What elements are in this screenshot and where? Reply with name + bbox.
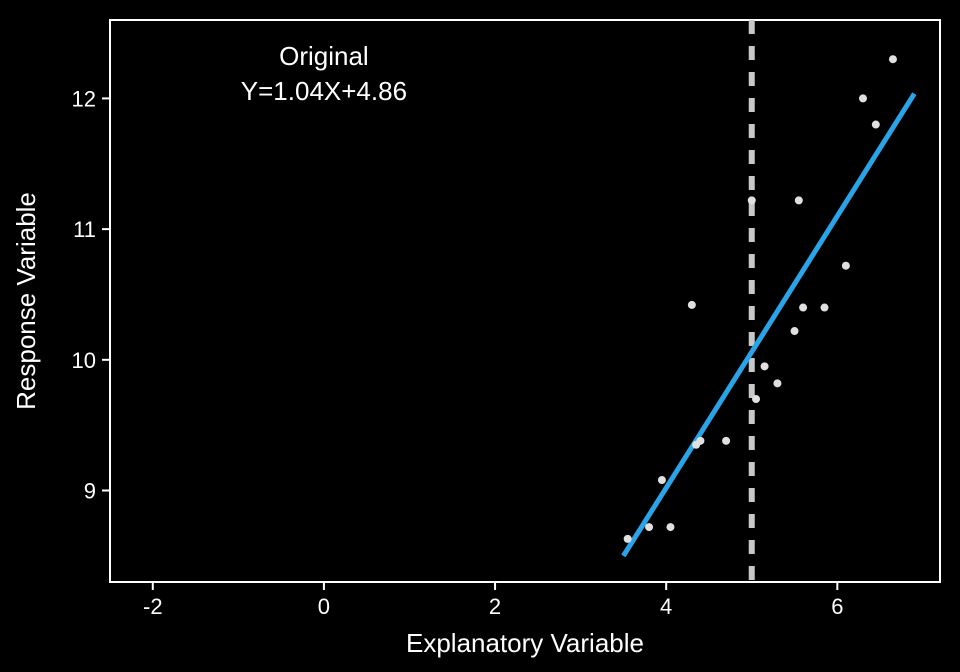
x-tick-label: 4: [660, 594, 672, 619]
y-axis-ticks: 9 10 11 12: [72, 86, 110, 503]
y-tick-label: 11: [73, 217, 96, 242]
data-point: [645, 523, 653, 531]
data-point: [872, 121, 880, 129]
scatter-chart: -2 0 2 4 6 9 10 11 12 Explanatory Variable Resp…: [0, 0, 960, 672]
plot-frame: [110, 20, 940, 582]
data-point: [773, 379, 781, 387]
data-point: [696, 437, 704, 445]
data-point: [820, 304, 828, 312]
data-point: [842, 262, 850, 270]
x-tick-label: 6: [831, 594, 843, 619]
data-point: [799, 304, 807, 312]
data-point: [761, 362, 769, 370]
x-axis-ticks: -2 0 2 4 6: [143, 582, 843, 619]
x-axis-label: Explanatory Variable: [406, 628, 644, 658]
annotation-equation: Y=1.04X+4.86: [241, 76, 407, 106]
data-point: [722, 437, 730, 445]
y-tick-label: 9: [84, 479, 96, 504]
chart-container: -2 0 2 4 6 9 10 11 12 Explanatory Variable Resp…: [0, 0, 960, 672]
data-point: [889, 55, 897, 63]
data-point: [791, 327, 799, 335]
data-point: [658, 476, 666, 484]
data-point: [624, 535, 632, 543]
data-point: [748, 196, 756, 204]
data-point: [752, 395, 760, 403]
y-tick-label: 10: [72, 348, 96, 373]
x-tick-label: 2: [489, 594, 501, 619]
x-tick-label: 0: [318, 594, 330, 619]
y-axis-label: Response Variable: [11, 192, 41, 410]
data-point: [859, 94, 867, 102]
x-tick-label: -2: [143, 594, 163, 619]
y-tick-label: 12: [72, 86, 96, 111]
data-point: [688, 301, 696, 309]
annotation-title: Original: [279, 41, 369, 71]
data-point: [795, 196, 803, 204]
data-point: [666, 523, 674, 531]
